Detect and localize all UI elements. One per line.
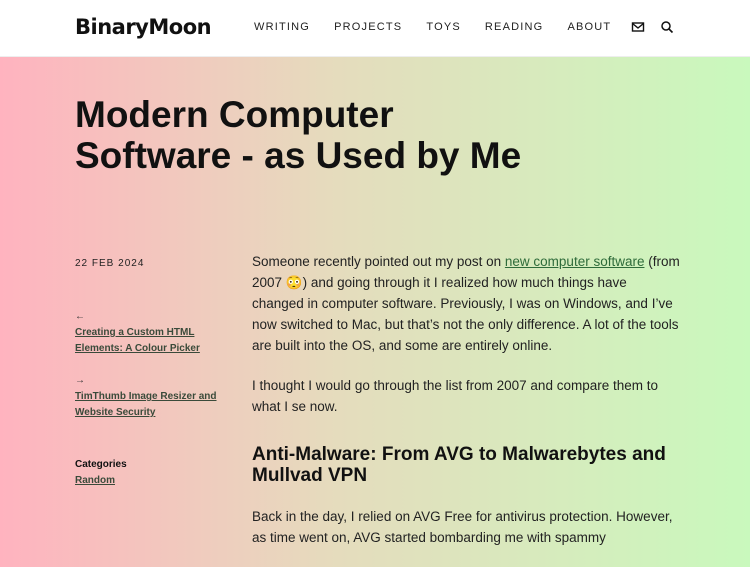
paragraph-1-text-start: Someone recently pointed out my post on xyxy=(252,254,505,269)
nav-projects[interactable]: PROJECTS xyxy=(334,21,402,33)
search-icon[interactable] xyxy=(660,20,674,34)
next-post-nav: → TimThumb Image Resizer and Website Sec… xyxy=(75,373,225,421)
post-content: Someone recently pointed out my post on … xyxy=(252,251,682,567)
section-heading: Anti-Malware: From AVG to Malwarebytes a… xyxy=(252,444,666,486)
post-title-line-2: Software - as Used by Me xyxy=(75,135,522,176)
post-title-line-1: Modern Computer xyxy=(75,94,394,135)
post-title: Modern Computer Software - as Used by Me xyxy=(75,94,595,176)
mail-icon[interactable] xyxy=(631,20,645,34)
nav-about[interactable]: ABOUT xyxy=(567,21,611,33)
previous-post-link[interactable]: Creating a Custom HTML Elements: A Colou… xyxy=(75,327,200,354)
nav-reading[interactable]: READING xyxy=(485,21,544,33)
nav-toys[interactable]: TOYS xyxy=(426,21,461,33)
paragraph-1: Someone recently pointed out my post on … xyxy=(252,251,682,356)
paragraph-3: Back in the day, I relied on AVG Free fo… xyxy=(252,509,673,545)
new-computer-software-link[interactable]: new computer software xyxy=(505,254,645,269)
paragraph-2: I thought I would go through the list fr… xyxy=(252,378,658,414)
next-post-link[interactable]: TimThumb Image Resizer and Website Secur… xyxy=(75,391,217,418)
categories: Categories Random xyxy=(75,457,127,489)
main-nav: WRITING PROJECTS TOYS READING ABOUT xyxy=(254,21,611,33)
arrow-right-icon: → xyxy=(75,375,85,386)
nav-writing[interactable]: WRITING xyxy=(254,21,310,33)
arrow-left-icon: ← xyxy=(75,311,85,322)
post-date: 22 FEB 2024 xyxy=(75,258,145,269)
category-link[interactable]: Random xyxy=(75,475,115,486)
categories-label: Categories xyxy=(75,459,127,470)
previous-post-nav: ← Creating a Custom HTML Elements: A Col… xyxy=(75,309,225,357)
site-logo[interactable]: BinaryMoon xyxy=(75,15,212,39)
site-header: BinaryMoon WRITING PROJECTS TOYS READING… xyxy=(0,0,750,57)
